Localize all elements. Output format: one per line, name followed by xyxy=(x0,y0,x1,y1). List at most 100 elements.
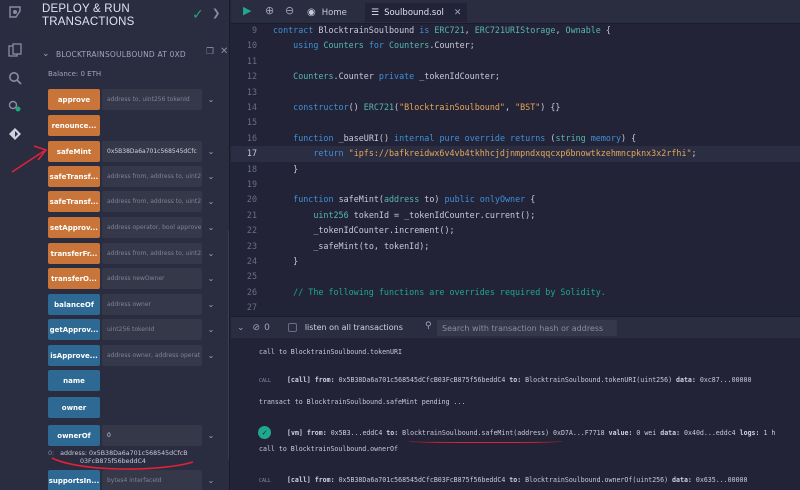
clear-icon[interactable]: ⊘ xyxy=(253,323,261,333)
chevron-down-icon[interactable]: ⌄ xyxy=(42,49,56,59)
chevron-down-icon[interactable]: ⌄ xyxy=(204,217,218,238)
terminal-line: call to BlocktrainSoulbound.ownerOf xyxy=(259,445,398,453)
code-line: 11 xyxy=(231,54,800,69)
editor-tab-bar: ▶ ⊕ ⊖ ◉ Home ☰ Soulbound.sol ✕ xyxy=(231,0,800,24)
from-address: 0x5B3...eddC4 xyxy=(330,429,383,437)
function-args-input[interactable]: address from, address to, uint2! xyxy=(102,166,202,187)
solidity-compiler-icon[interactable] xyxy=(7,98,23,114)
chevron-down-icon[interactable]: ⌄ xyxy=(204,294,218,315)
function-button[interactable]: isApprove... xyxy=(48,345,100,366)
collapse-icon[interactable]: ⌄ xyxy=(237,323,245,333)
remix-logo-icon[interactable] xyxy=(7,4,23,20)
line-number: 14 xyxy=(246,102,257,112)
function-args-input[interactable]: address newOwner xyxy=(102,268,202,289)
data-label: data: xyxy=(672,376,700,384)
chevron-down-icon[interactable]: ⌄ xyxy=(204,425,218,446)
result-index: 0: xyxy=(48,450,55,457)
terminal-search-input[interactable]: Search with transaction hash or address xyxy=(437,320,617,336)
function-button[interactable]: balanceOf xyxy=(48,294,100,315)
function-args-input[interactable]: address owner xyxy=(102,294,202,315)
chevron-right-icon[interactable]: ❯ xyxy=(212,8,220,19)
zoom-in-icon[interactable]: ⊕ xyxy=(265,4,274,17)
annotation-underline xyxy=(408,439,563,443)
search-icon: ⚲ xyxy=(425,321,432,331)
balance-label: Balance: 0 ETH xyxy=(48,70,102,78)
deploy-run-icon[interactable] xyxy=(7,126,23,142)
zoom-out-icon[interactable]: ⊖ xyxy=(285,4,294,17)
tab-soulbound-sol[interactable]: ☰ Soulbound.sol ✕ xyxy=(365,3,468,22)
chevron-down-icon[interactable]: ⌄ xyxy=(204,243,218,264)
function-args-input[interactable]: address operator, bool approve xyxy=(102,217,202,238)
close-tab-icon[interactable]: ✕ xyxy=(454,8,462,18)
listen-checkbox[interactable] xyxy=(287,323,297,332)
function-button[interactable]: ownerOf xyxy=(48,425,100,446)
code-line: 19 xyxy=(231,177,800,192)
contract-address: 0xD7A...F7718 xyxy=(549,429,609,437)
function-args-input[interactable]: address from, address to, uint2! xyxy=(102,191,202,212)
function-args-input[interactable]: 0 xyxy=(102,425,202,446)
function-args-input[interactable]: bytes4 interfaceId xyxy=(102,470,202,490)
function-row: name xyxy=(48,370,218,391)
line-number: 26 xyxy=(246,286,257,297)
function-button[interactable]: getApprov... xyxy=(48,319,100,340)
function-args-input[interactable]: address to, uint256 tokenId xyxy=(102,89,202,110)
terminal-vm-line[interactable]: [vm] from: 0x5B3...eddC4 to: BlocktrainS… xyxy=(287,429,775,437)
panel-scrollbar[interactable] xyxy=(228,230,229,460)
function-button[interactable]: safeMint xyxy=(48,141,100,162)
chevron-down-icon[interactable]: ⌄ xyxy=(204,141,218,162)
code-text: uint256 tokenId = _tokenIdCounter.curren… xyxy=(313,209,536,220)
close-icon[interactable]: ✕ xyxy=(220,46,228,57)
function-row: balanceOf address owner ⌄ xyxy=(48,294,218,315)
code-text: } xyxy=(273,256,299,266)
copy-icon[interactable]: ❐ xyxy=(206,47,214,57)
from-address: 0x5B38Da6a701c568545dCfcB03FcB875f56bedd… xyxy=(338,476,506,484)
deployed-contract-header[interactable]: ⌄ BLOCKTRAINSOULBOUND AT 0XD ❐ ✕ xyxy=(42,46,229,61)
function-args-input[interactable]: address from, address to, uint2! xyxy=(102,243,202,264)
run-icon[interactable]: ▶ xyxy=(243,4,251,17)
to-method: BlocktrainSoulbound.ownerOf(uint256) xyxy=(525,476,669,484)
function-args-input[interactable]: address owner, address operat xyxy=(102,345,202,366)
code-line: 13 xyxy=(231,85,800,100)
function-button[interactable]: transferO... xyxy=(48,268,100,289)
function-button[interactable]: transferFr... xyxy=(48,243,100,264)
function-button[interactable]: approve xyxy=(48,89,100,110)
code-line: 26 // The following functions are overri… xyxy=(231,285,800,300)
function-button[interactable]: supportsIn... xyxy=(48,470,100,490)
terminal-line: transact to BlocktrainSoulbound.safeMint… xyxy=(259,398,466,406)
tab-home[interactable]: ◉ Home xyxy=(307,3,347,22)
line-number: 15 xyxy=(246,117,257,128)
line-number: 13 xyxy=(246,86,257,97)
chevron-down-icon[interactable]: ⌄ xyxy=(204,89,218,110)
code-line: 9 contract BlocktrainSoulbound is ERC721,… xyxy=(231,24,800,38)
home-icon: ◉ xyxy=(307,7,316,18)
function-args-input[interactable]: uint256 tokenId xyxy=(102,319,202,340)
function-args-input[interactable]: 0x5B38Da6a701c568545dCfc xyxy=(102,141,202,162)
function-button[interactable]: setApprov... xyxy=(48,217,100,238)
line-number: 20 xyxy=(246,194,257,205)
function-button[interactable]: renounce... xyxy=(48,115,100,136)
deploy-run-panel: DEPLOY & RUN TRANSACTIONS ⌄ BLOCKTRAINSO… xyxy=(30,0,230,490)
call-tag: CALL xyxy=(259,478,272,484)
function-button[interactable]: safeTransf... xyxy=(48,166,100,187)
search-icon[interactable] xyxy=(7,70,23,86)
code-line: 22 _tokenIdCounter.increment(); xyxy=(231,223,800,238)
chevron-down-icon[interactable]: ⌄ xyxy=(204,191,218,212)
chevron-down-icon[interactable]: ⌄ xyxy=(204,166,218,187)
function-button[interactable]: safeTransf... xyxy=(48,191,100,212)
icon-sidebar xyxy=(0,0,30,490)
code-text: _tokenIdCounter.increment(); xyxy=(313,225,455,236)
call-tag: CALL xyxy=(259,378,272,384)
code-editor[interactable]: 9 contract BlocktrainSoulbound is ERC721,… xyxy=(231,24,800,316)
terminal-call-line: CALL [call] from: 0x5B38Da6a701c568545dC… xyxy=(259,476,747,484)
code-line: 16 function _baseURI() internal pure ove… xyxy=(231,131,800,146)
chevron-down-icon[interactable]: ⌄ xyxy=(204,345,218,366)
file-explorer-icon[interactable] xyxy=(7,42,23,58)
function-row: renounce... xyxy=(48,115,218,136)
terminal-toolbar: ⌄ ⊘ 0 listen on all transactions ⚲ Searc… xyxy=(231,316,800,338)
chevron-down-icon[interactable]: ⌄ xyxy=(204,470,218,490)
function-button[interactable]: name xyxy=(48,370,100,391)
chevron-down-icon[interactable]: ⌄ xyxy=(204,268,218,289)
tab-file-label: Soulbound.sol xyxy=(384,7,444,18)
function-button[interactable]: owner xyxy=(48,397,100,418)
chevron-down-icon[interactable]: ⌄ xyxy=(204,319,218,340)
